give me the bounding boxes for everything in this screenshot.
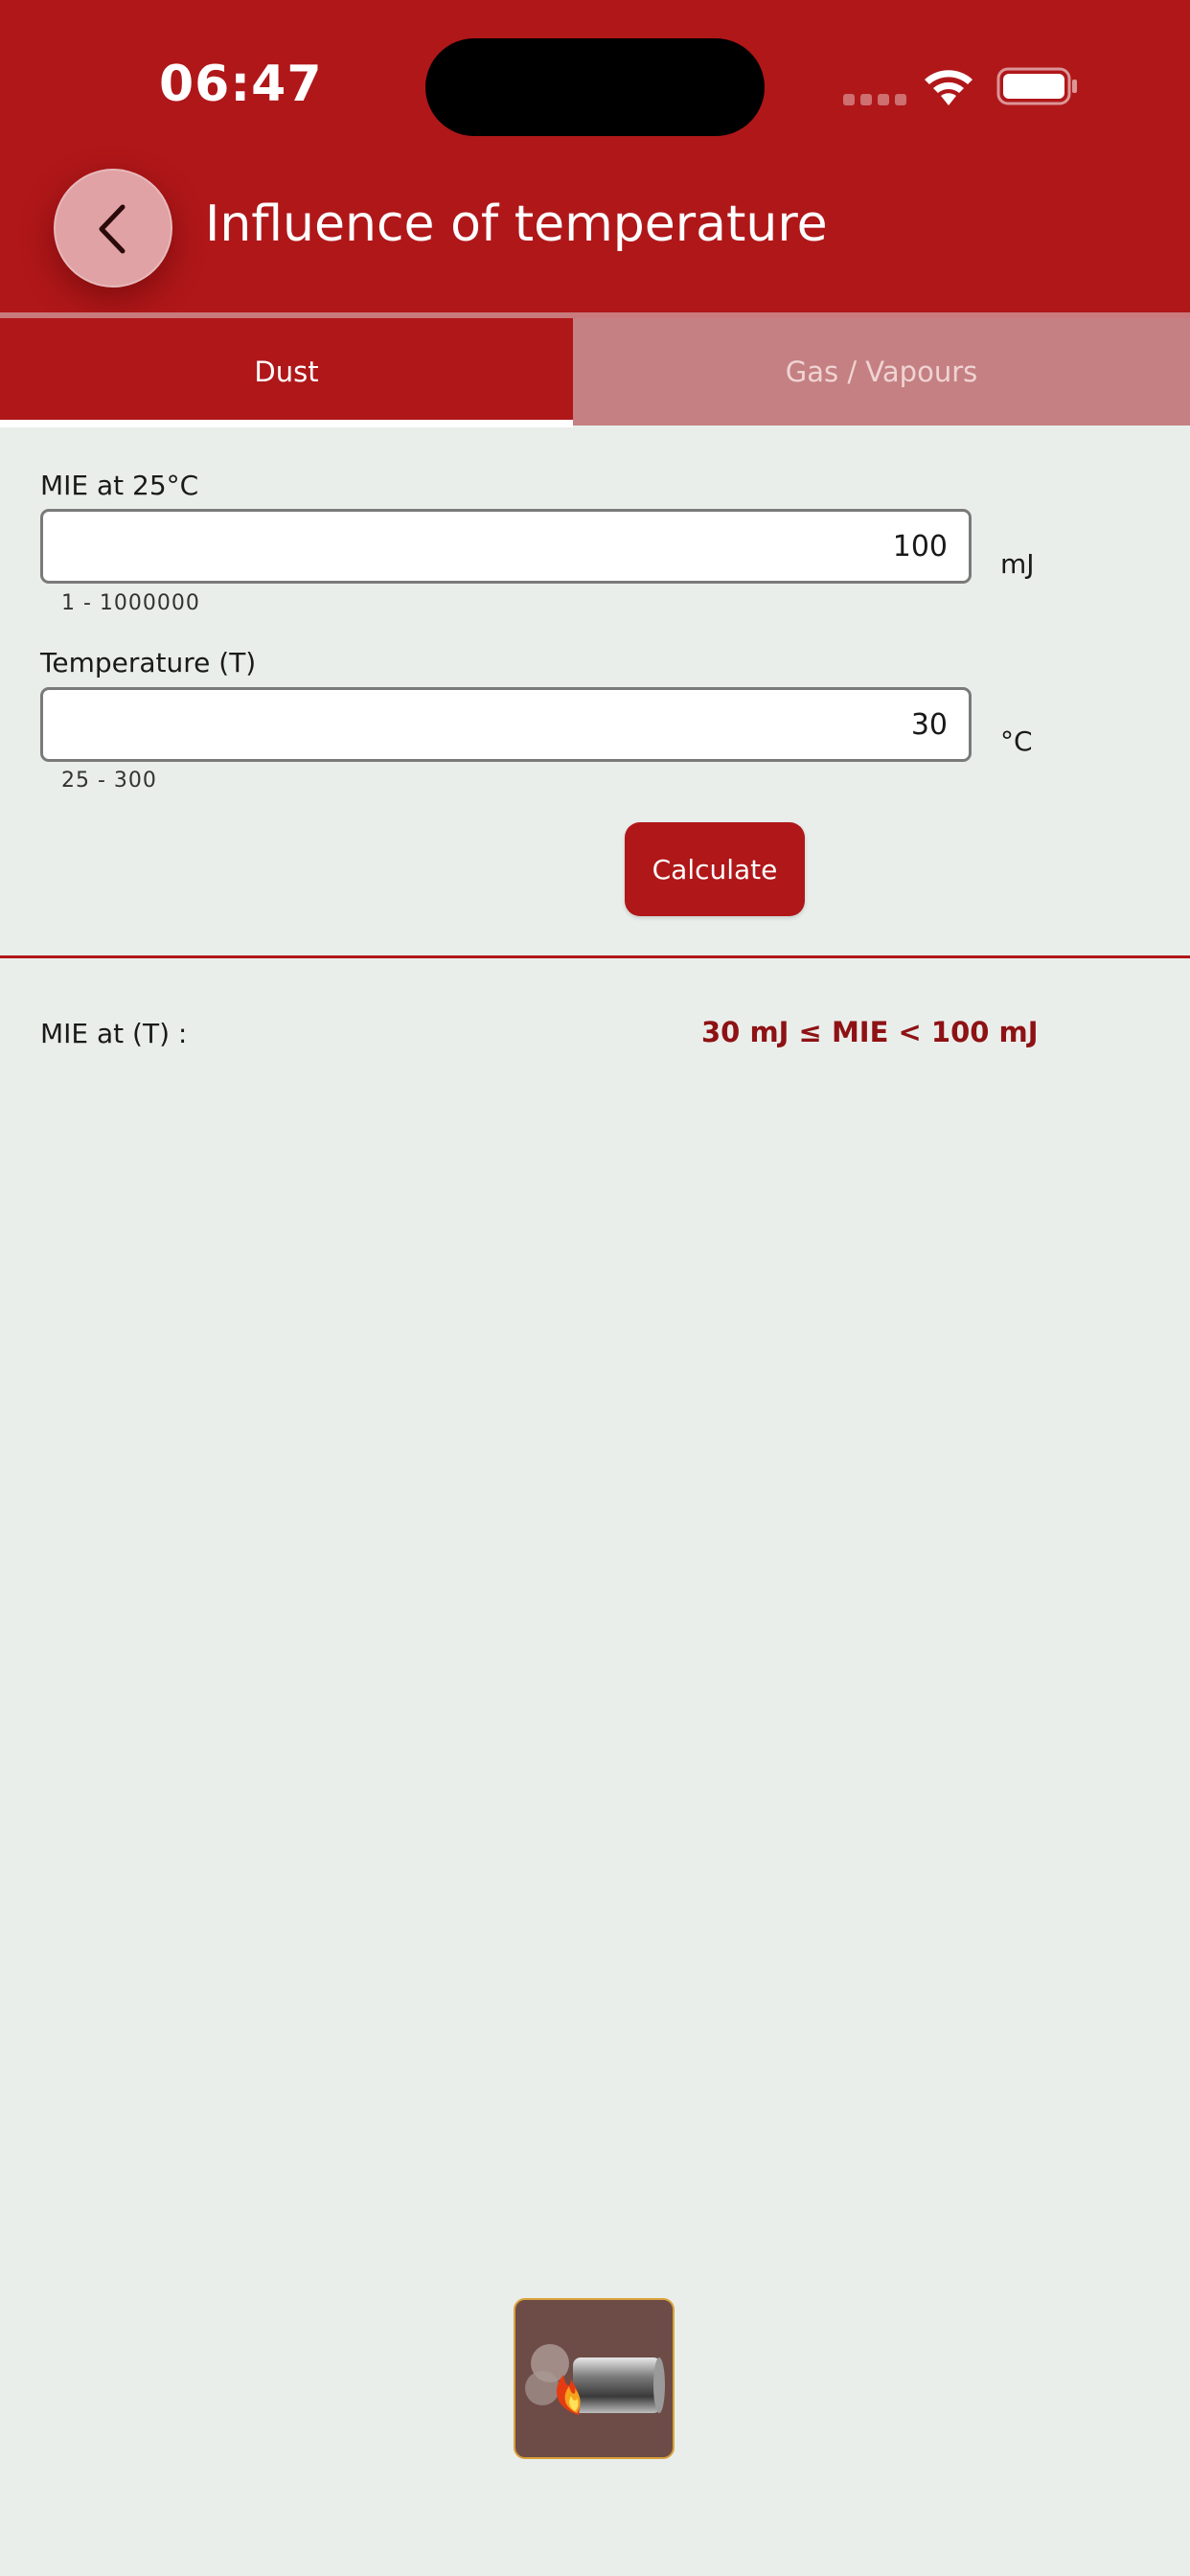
mie-range-hint: 1 - 1000000 xyxy=(61,591,200,615)
chevron-left-icon xyxy=(99,204,126,254)
result-divider xyxy=(0,955,1190,958)
result-label: MIE at (T) : xyxy=(40,1018,188,1049)
dynamic-island xyxy=(425,38,765,136)
battery-icon xyxy=(996,67,1077,105)
app-logo-icon xyxy=(514,2298,675,2459)
temperature-label: Temperature (T) xyxy=(40,647,257,678)
calculate-button[interactable]: Calculate xyxy=(625,822,805,916)
mie-unit: mJ xyxy=(1000,548,1035,580)
tab-dust[interactable]: Dust xyxy=(0,318,573,426)
wifi-icon xyxy=(925,70,973,105)
page-title: Influence of temperature xyxy=(205,196,828,253)
tab-active-indicator xyxy=(0,420,573,427)
temperature-range-hint: 25 - 300 xyxy=(61,769,157,793)
back-button[interactable] xyxy=(54,169,172,288)
temperature-input[interactable] xyxy=(40,687,972,762)
result-value: 30 mJ ≤ MIE < 100 mJ xyxy=(701,1016,1039,1048)
mie-label: MIE at 25°C xyxy=(40,470,199,501)
tab-gas-vapours-label: Gas / Vapours xyxy=(785,356,978,388)
status-time: 06:47 xyxy=(159,56,323,113)
temperature-unit: °C xyxy=(1000,725,1033,757)
tab-gas-vapours[interactable]: Gas / Vapours xyxy=(573,318,1190,426)
app-header: 06:47 Influence of temperature xyxy=(0,0,1190,312)
tab-dust-label: Dust xyxy=(254,356,319,388)
signal-icon xyxy=(843,94,906,105)
mie-input[interactable] xyxy=(40,509,972,584)
